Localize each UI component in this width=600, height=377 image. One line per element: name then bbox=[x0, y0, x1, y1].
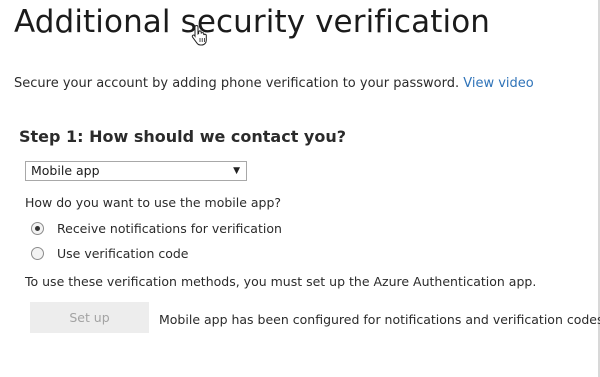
option-receive-notifications[interactable]: Receive notifications for verification bbox=[31, 219, 282, 237]
setup-instructions: To use these verification methods, you m… bbox=[25, 274, 537, 289]
configuration-status: Mobile app has been configured for notif… bbox=[159, 312, 600, 327]
step-1-title: Step 1: How should we contact you? bbox=[19, 127, 346, 146]
mobile-app-question: How do you want to use the mobile app? bbox=[25, 195, 282, 210]
option-use-verification-code[interactable]: Use verification code bbox=[31, 244, 189, 262]
intro-text: Secure your account by adding phone veri… bbox=[14, 76, 460, 91]
hand-pointer-icon bbox=[191, 24, 207, 46]
intro-paragraph: Secure your account by adding phone veri… bbox=[14, 76, 534, 91]
radio-receive-notifications[interactable] bbox=[31, 221, 44, 235]
option-label-receive-notifications: Receive notifications for verification bbox=[57, 220, 282, 236]
contact-method-value: Mobile app bbox=[31, 163, 100, 178]
contact-method-select[interactable]: Mobile app ▼ bbox=[25, 161, 247, 181]
radio-use-verification-code[interactable] bbox=[31, 246, 44, 260]
triangle-down-icon: ▼ bbox=[233, 166, 240, 176]
option-label-use-verification-code: Use verification code bbox=[57, 245, 189, 261]
page-title: Additional security verification bbox=[14, 4, 491, 40]
set-up-button[interactable]: Set up bbox=[30, 302, 149, 333]
view-video-link[interactable]: View video bbox=[463, 76, 534, 91]
